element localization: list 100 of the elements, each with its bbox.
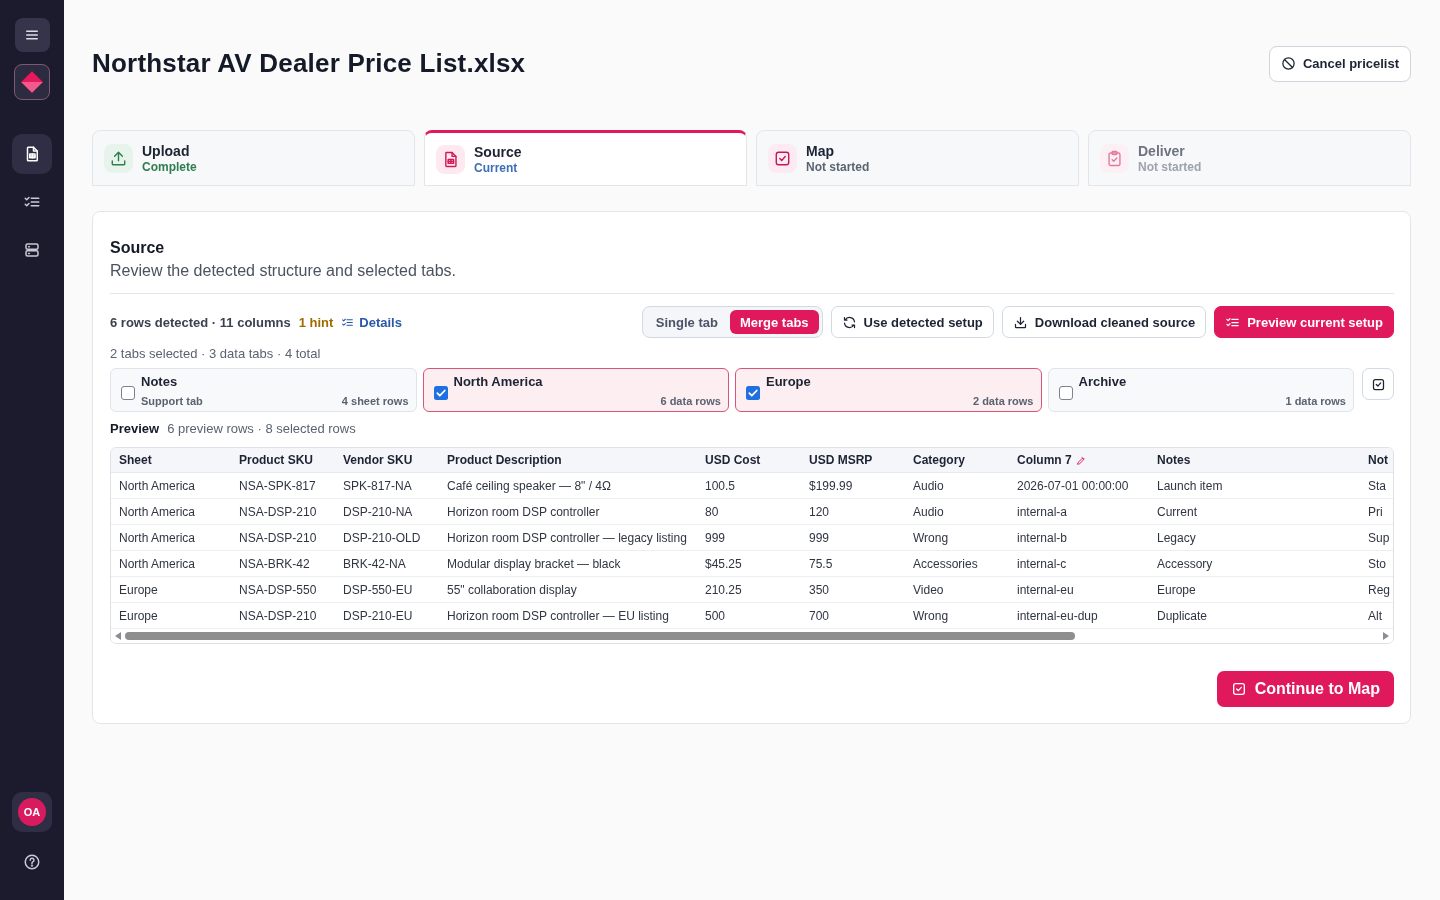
table-cell: Europe <box>111 576 231 603</box>
table-cell: Sup <box>1361 524 1393 551</box>
table-cell: NSA-SPK-817 <box>231 472 335 499</box>
sheet-tab-card[interactable]: Archive 1 data rows <box>1047 368 1354 412</box>
table-cell: 700 <box>801 602 905 629</box>
table-cell: 999 <box>697 524 801 551</box>
table-cell: internal-eu-dup <box>1009 602 1149 629</box>
checkbox[interactable] <box>433 386 448 400</box>
column-header: Product Description <box>447 453 562 467</box>
pencil-icon[interactable] <box>1075 454 1087 466</box>
table-cell: internal-a <box>1009 498 1149 525</box>
document-icon <box>436 144 465 174</box>
table-cell: DSP-210-OLD <box>335 524 439 551</box>
table-cell: Duplicate <box>1149 602 1361 629</box>
table-cell: Horizon room DSP controller <box>439 498 697 525</box>
table-cell: 210.25 <box>697 576 801 603</box>
checkbox[interactable] <box>121 386 135 400</box>
table-cell: Wrong <box>905 524 1009 551</box>
table-cell: Pri <box>1361 498 1393 525</box>
mode-option[interactable]: Merge tabs <box>729 310 819 334</box>
action-button[interactable]: Preview current setup <box>1214 306 1394 338</box>
checkbox-square-icon <box>1370 376 1386 392</box>
checkbox[interactable] <box>1058 386 1073 400</box>
table-cell: Accessories <box>905 550 1009 577</box>
table-cell: NSA-DSP-210 <box>231 498 335 525</box>
details-link[interactable]: Details <box>341 314 402 330</box>
column-header: Notes <box>1157 453 1191 467</box>
table-cell: NSA-DSP-550 <box>231 576 335 603</box>
table-cell: North America <box>111 524 231 551</box>
table-cell: NSA-DSP-210 <box>231 524 335 551</box>
column-header: Vendor SKU <box>343 453 413 467</box>
panel-subtitle: Review the detected structure and selected tabs. <box>110 261 457 281</box>
help-icon <box>23 853 41 871</box>
stack-icon <box>23 241 41 259</box>
sheet-tab-card[interactable]: North America 6 data rows <box>422 368 729 412</box>
nav-item[interactable] <box>12 134 52 174</box>
table-cell: North America <box>111 472 231 499</box>
step-tab[interactable]: Map Not started <box>756 130 1079 186</box>
action-button[interactable]: Use detected setup <box>830 306 994 338</box>
app-logo[interactable] <box>14 64 50 100</box>
action-button[interactable]: Download cleaned source <box>1001 306 1207 338</box>
step-title: Upload <box>142 142 191 159</box>
download-icon <box>1012 314 1028 330</box>
table-cell: Europe <box>1149 576 1361 603</box>
table-cell: Modular display bracket — black <box>439 550 697 577</box>
ban-icon <box>1280 56 1296 71</box>
table-cell: 350 <box>801 576 905 603</box>
select-all-button[interactable] <box>1362 368 1394 400</box>
step-tab[interactable]: Source Current <box>424 130 747 186</box>
menu-button[interactable] <box>14 18 50 52</box>
table-cell: Café ceiling speaker — 8" / 4Ω <box>439 472 697 499</box>
sheet-row-count: 4 sheet rows <box>341 395 409 407</box>
column-header: Category <box>913 453 965 467</box>
column-header: USD Cost <box>705 453 761 467</box>
table-cell: 999 <box>801 524 905 551</box>
table-cell: internal-c <box>1009 550 1149 577</box>
table-cell: NSA-BRK-42 <box>231 550 335 577</box>
table-cell: North America <box>111 498 231 525</box>
account-button[interactable]: OA <box>12 792 52 832</box>
checkbox[interactable] <box>746 386 760 400</box>
sheet-row-count: 6 data rows <box>660 395 721 407</box>
sheet-tab-card[interactable]: Notes Support tab 4 sheet rows <box>110 368 417 412</box>
continue-button[interactable]: Continue to Map <box>1216 671 1394 707</box>
step-status: Current <box>474 160 519 175</box>
preview-label: Preview <box>110 421 160 437</box>
step-status: Not started <box>1138 159 1202 174</box>
panel-title: Source <box>110 238 166 258</box>
table-cell: 100.5 <box>697 472 801 499</box>
step-tab[interactable]: Deliver Not started <box>1088 130 1411 186</box>
step-status: Complete <box>142 159 197 174</box>
user-avatar: OA <box>18 798 46 826</box>
horizontal-scrollbar[interactable] <box>111 629 1393 643</box>
table-cell: 75.5 <box>801 550 905 577</box>
column-header: Column 7 <box>1017 453 1072 467</box>
mode-option[interactable]: Single tab <box>645 310 728 334</box>
upload-icon <box>104 143 133 173</box>
table-cell: Audio <box>905 472 1009 499</box>
table-cell: internal-b <box>1009 524 1149 551</box>
page-title: Northstar AV Dealer Price List.xlsx <box>92 48 526 79</box>
table-cell: 2026-07-01 00:00:00 <box>1009 472 1149 499</box>
detection-summary: 6 rows detected · 11 columns <box>110 314 291 330</box>
table-cell: Accessory <box>1149 550 1361 577</box>
checkbox-square-icon <box>768 143 797 173</box>
table-cell: Sto <box>1361 550 1393 577</box>
step-status: Not started <box>806 159 870 174</box>
table-cell: $199.99 <box>801 472 905 499</box>
step-tab[interactable]: Upload Complete <box>92 130 415 186</box>
refresh-icon <box>841 314 857 330</box>
sheet-tab-card[interactable]: Europe 2 data rows <box>735 368 1042 412</box>
table-cell: 80 <box>697 498 801 525</box>
sheet-name: Europe <box>766 374 811 389</box>
table-cell: Audio <box>905 498 1009 525</box>
cancel-pricelist-button[interactable]: Cancel pricelist <box>1268 45 1411 82</box>
table-cell: $45.25 <box>697 550 801 577</box>
table-cell: NSA-DSP-210 <box>231 602 335 629</box>
step-title: Deliver <box>1138 142 1186 159</box>
checkbox-square-icon <box>1230 681 1247 697</box>
table-cell: Sta <box>1361 472 1393 499</box>
table-cell: 55" collaboration display <box>439 576 697 603</box>
table-cell: Reg <box>1361 576 1393 603</box>
